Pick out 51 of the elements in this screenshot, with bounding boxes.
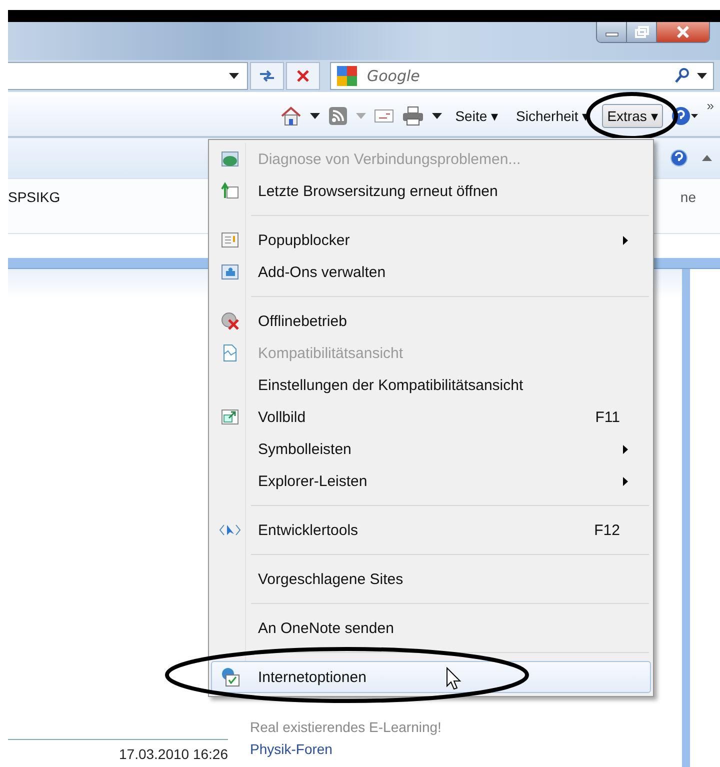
restore-icon <box>634 26 648 38</box>
menu-item[interactable]: Einstellungen der Kompatibilitätsansicht <box>211 369 651 401</box>
overflow-chevron[interactable]: » <box>706 98 714 113</box>
help-icon[interactable] <box>670 105 699 127</box>
toolbar-menu-button[interactable]: Seite ▾ <box>450 104 504 128</box>
two-arrows-icon <box>258 69 276 83</box>
menu-item[interactable]: Explorer-Leisten <box>211 465 651 497</box>
scroll-up-icon[interactable] <box>702 154 712 162</box>
date-text: 17.03.2010 16:26 <box>8 739 228 762</box>
forum-link[interactable]: Physik-Foren <box>250 739 332 762</box>
menu-item[interactable]: Offlinebetrieb <box>211 305 651 337</box>
search-provider-icon <box>337 66 357 86</box>
menu-item[interactable]: Letzte Browsersitzung erneut öffnen <box>211 175 651 207</box>
maximize-button[interactable] <box>627 22 657 42</box>
home-icon[interactable] <box>280 105 302 127</box>
menu-item[interactable]: Entwicklertools F12 <box>211 514 651 546</box>
stop-icon <box>296 69 310 83</box>
stop-button[interactable] <box>286 62 320 90</box>
dropdown-icon[interactable] <box>697 73 707 79</box>
globe-cross-icon <box>221 312 239 330</box>
menu-item[interactable]: Vollbild F11 <box>211 401 651 433</box>
dropdown-icon[interactable] <box>310 113 320 119</box>
globe-checklist-icon <box>220 667 240 687</box>
menu-item[interactable]: Vorgeschlagene Sites <box>211 563 651 595</box>
puzzle-window-icon <box>221 264 239 280</box>
menu-item[interactable]: Symbolleisten <box>211 433 651 465</box>
menu-item[interactable]: An OneNote senden <box>211 612 651 644</box>
close-button[interactable] <box>657 22 709 42</box>
code-cursor-icon <box>219 523 241 537</box>
refresh-button[interactable] <box>250 62 284 90</box>
menu-item[interactable]: Add-Ons verwalten <box>211 256 651 288</box>
dropdown-icon[interactable] <box>229 73 239 79</box>
broken-page-icon <box>222 344 238 362</box>
page-text: Real existierendes E-Learning! <box>250 719 442 735</box>
popup-window-icon <box>221 232 239 248</box>
search-icon[interactable] <box>675 68 689 84</box>
dropdown-icon[interactable] <box>432 113 442 119</box>
minimize-button[interactable] <box>597 22 627 42</box>
search-bar[interactable]: Google <box>330 62 714 90</box>
cut-text: ne <box>680 189 696 205</box>
field-value: SPSIKG <box>8 189 60 205</box>
menu-item[interactable]: Popupblocker <box>211 224 651 256</box>
window-arrow-icon <box>221 182 239 200</box>
toolbar-menu-button[interactable]: Extras ▾ <box>602 104 663 128</box>
close-icon <box>676 26 690 38</box>
menu-item[interactable]: Internetoptionen <box>211 661 651 693</box>
feed-icon[interactable] <box>328 106 348 126</box>
mail-icon[interactable] <box>374 108 394 124</box>
mouse-cursor-icon <box>446 667 462 691</box>
printer-icon[interactable] <box>402 106 424 126</box>
fullscreen-icon <box>221 409 239 425</box>
